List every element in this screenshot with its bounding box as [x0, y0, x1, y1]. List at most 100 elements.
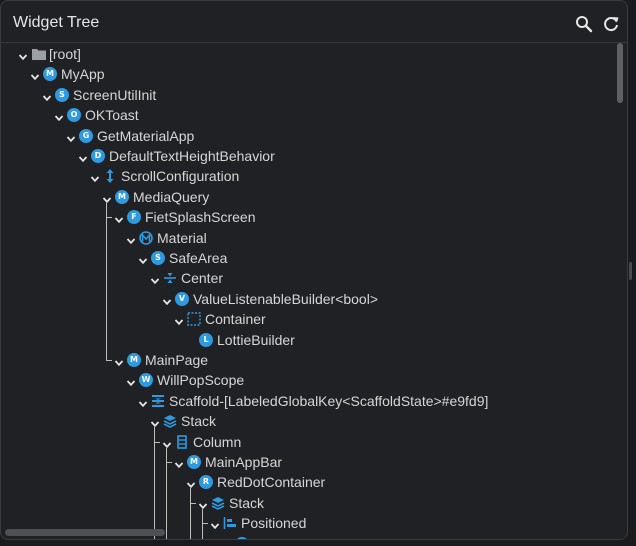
panel-title: Widget Tree [13, 14, 100, 31]
tree-node-label: Column [193, 433, 242, 450]
tree-node[interactable]: M MainAppBar [1, 452, 611, 472]
widget-badge-icon: L [199, 332, 213, 347]
tree-node-label: Scaffold-[LabeledGlobalKey<ScaffoldState… [169, 392, 489, 409]
tree-node[interactable]: [root] [1, 44, 611, 64]
tree-guide-line [106, 217, 112, 219]
chevron-down-icon[interactable] [174, 314, 184, 326]
material-icon [139, 230, 153, 245]
tree-guide-line [154, 427, 155, 539]
widget-badge-icon: O [67, 108, 81, 123]
chevron-down-icon[interactable] [66, 131, 76, 142]
tree-node-label: WillPopScope [157, 372, 245, 389]
widget-badge-icon: F [127, 210, 141, 225]
widget-badge-icon: M [115, 189, 129, 204]
tree-node[interactable]: M MyApp [1, 64, 611, 84]
tree-node[interactable]: Center [1, 268, 611, 288]
chevron-down-icon[interactable] [138, 253, 148, 265]
tree-guide-line [190, 502, 196, 504]
chevron-down-icon[interactable] [174, 457, 184, 469]
widget-tree: [root] M MyApp S ScreenUtilInit O OKToast G GetM… [1, 43, 627, 539]
tree-node[interactable]: W WillPopScope [1, 370, 611, 390]
tree-guide-line [106, 202, 107, 360]
chevron-down-icon[interactable] [162, 437, 172, 448]
tree-node-label: GetMaterialApp [97, 127, 195, 144]
tree-node[interactable]: V ValueListenableBuilder<bool> [1, 289, 611, 309]
chevron-down-icon[interactable] [126, 375, 136, 387]
tree-node[interactable]: R RedDotContainer [1, 472, 611, 492]
stack-icon [211, 496, 225, 510]
tree-node[interactable]: M MainPage [1, 350, 611, 370]
horizontal-scroll-thumb[interactable] [5, 529, 165, 536]
tree-guide-line [106, 360, 112, 361]
chevron-down-icon[interactable] [210, 518, 220, 530]
tree-node-label: ScreenUtilInit [73, 86, 157, 103]
tree-node-label: ScrollConfiguration [121, 168, 240, 185]
folder-icon [31, 47, 46, 61]
tree-node[interactable]: S ScreenUtilInit [1, 85, 611, 105]
tree-node-label: [root] [49, 46, 81, 62]
tree-node[interactable]: Stack [1, 493, 611, 513]
tree-node-label: AppBarIconButton [253, 536, 367, 539]
widget-badge-icon: V [175, 291, 189, 306]
scaffold-icon [151, 394, 165, 408]
tree-node[interactable]: L LottieBuilder [1, 330, 611, 350]
tree-node-label: SafeArea [169, 250, 228, 266]
chevron-down-icon[interactable] [90, 171, 100, 183]
chevron-down-icon[interactable] [78, 151, 88, 163]
chevron-down-icon[interactable] [42, 90, 52, 101]
tree-node[interactable]: Scaffold-[LabeledGlobalKey<ScaffoldState… [1, 391, 611, 411]
search-icon[interactable] [574, 14, 594, 34]
chevron-down-icon[interactable] [114, 212, 124, 224]
chevron-down-icon[interactable] [198, 498, 208, 509]
tree-guide-line [202, 523, 208, 525]
tree-node-label: Center [181, 270, 224, 287]
chevron-down-icon[interactable] [18, 49, 28, 61]
tree-node-label: Material [157, 229, 207, 246]
widget-badge-icon: D [91, 149, 105, 163]
chevron-down-icon[interactable] [102, 192, 112, 203]
tree-node[interactable]: M MediaQuery [1, 187, 611, 207]
tree-node-label: ValueListenableBuilder<bool> [193, 290, 378, 307]
tree-node[interactable]: O OKToast [1, 105, 611, 125]
chevron-down-icon[interactable] [150, 273, 160, 285]
tree-node[interactable]: G GetMaterialApp [1, 126, 611, 146]
column-icon [175, 434, 189, 449]
resize-handle[interactable] [629, 262, 632, 280]
container-icon [187, 312, 201, 326]
widget-badge-icon: S [151, 251, 165, 265]
widget-badge-icon: R [199, 475, 213, 490]
horizontal-scrollbar[interactable] [5, 529, 165, 538]
panel-header: Widget Tree [1, 1, 627, 41]
tree-node[interactable]: Stack [1, 411, 611, 431]
widget-badge-icon: M [187, 455, 201, 469]
chevron-down-icon[interactable] [186, 477, 196, 489]
widget-badge-icon: S [55, 87, 69, 102]
widget-badge-icon: W [139, 373, 153, 388]
widget-badge-icon: A [235, 536, 249, 539]
tree-node[interactable]: Material [1, 228, 611, 248]
tree-node-label: FietSplashScreen [145, 209, 256, 226]
tree-node[interactable]: F FietSplashScreen [1, 207, 611, 227]
chevron-down-icon[interactable] [150, 416, 160, 428]
widget-badge-icon: G [79, 128, 93, 143]
chevron-down-icon[interactable] [30, 69, 40, 81]
tree-node[interactable]: ScrollConfiguration [1, 166, 611, 186]
tree-node[interactable]: D DefaultTextHeightBehavior [1, 146, 611, 166]
tree-node[interactable]: S SafeArea [1, 248, 611, 268]
widget-tree-panel: Widget Tree [root] M MyApp S ScreenUtilInit O… [0, 0, 628, 540]
tree-node[interactable]: Column [1, 432, 611, 452]
chevron-down-icon[interactable] [138, 396, 148, 407]
tree-node-label: MainPage [145, 352, 209, 368]
chevron-down-icon[interactable] [126, 233, 136, 244]
chevron-down-icon[interactable] [54, 110, 64, 122]
chevron-down-icon[interactable] [162, 294, 172, 305]
tree-node-label: Container [205, 311, 266, 328]
vertical-scroll-thumb[interactable] [617, 43, 623, 103]
tree-node[interactable]: Container [1, 309, 611, 329]
tree-node-label: Stack [181, 413, 217, 430]
tree-node-label: RedDotContainer [217, 474, 326, 491]
tree-node-label: LottieBuilder [217, 331, 295, 348]
vertical-scrollbar[interactable] [614, 43, 625, 103]
chevron-down-icon[interactable] [114, 355, 124, 367]
refresh-icon[interactable] [601, 14, 621, 34]
